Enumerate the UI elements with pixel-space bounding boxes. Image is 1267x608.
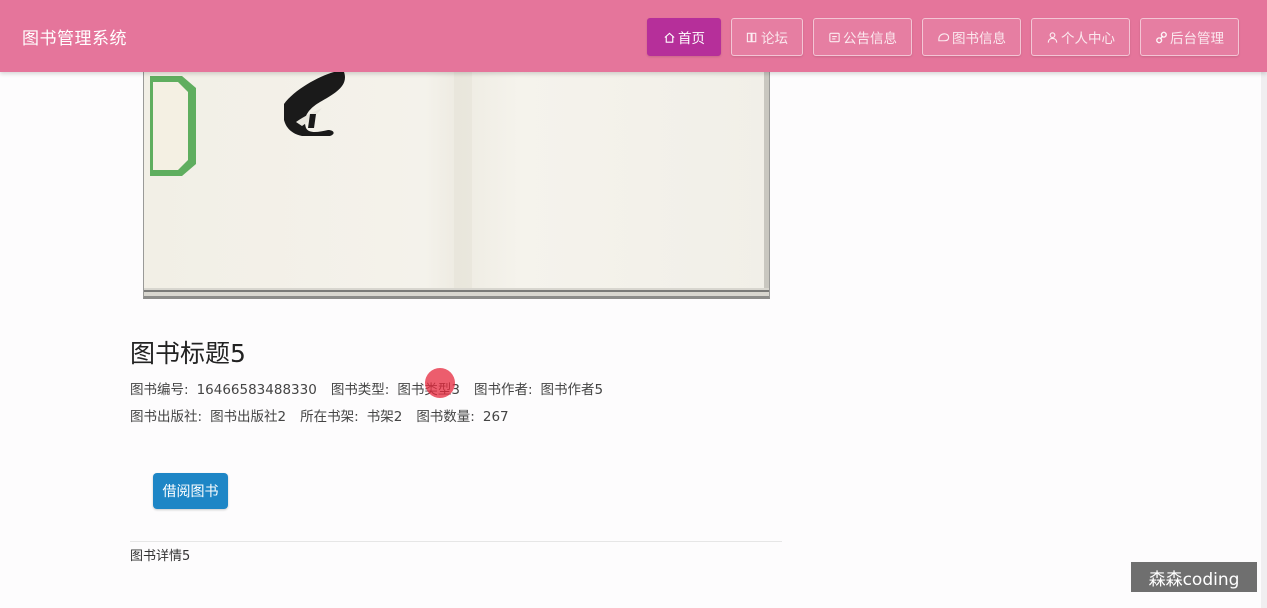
book-detail-text: 图书详情5 — [130, 549, 191, 564]
book-shelf-label: 所在书架: — [300, 409, 359, 425]
nav-home-button[interactable]: 首页 — [647, 18, 721, 56]
nav-admin-button[interactable]: 后台管理 — [1140, 18, 1239, 56]
book-type-label: 图书类型: — [330, 382, 390, 398]
book-meta-row-2: 图书出版社: 图书出版社2 所在书架: 书架2 图书数量: 267 — [130, 405, 523, 425]
book-shelf-value: 书架2 — [366, 409, 403, 425]
book-quantity-label: 图书数量: — [416, 409, 475, 425]
nav-notice-label: 公告信息 — [843, 31, 897, 47]
book-meta-row-1: 图书编号: 16466583488330 图书类型: 图书类型3 图书作者: 图书作者5 — [130, 378, 617, 398]
book-author-label: 图书作者: — [473, 382, 533, 398]
home-icon — [664, 32, 675, 43]
nav-forum-label: 论坛 — [761, 31, 788, 47]
nav-book-info-label: 图书信息 — [952, 31, 1006, 47]
nav-menu: 首页 论坛 公告信息 图书信息 个人中心 后台管理 — [647, 18, 1239, 56]
nav-personal-center-label: 个人中心 — [1061, 31, 1115, 47]
book-publisher-label: 图书出版社: — [130, 409, 203, 425]
book-title: 图书标题5 — [130, 339, 246, 368]
nav-notice-button[interactable]: 公告信息 — [813, 18, 912, 56]
link-icon — [1156, 31, 1167, 43]
nav-admin-label: 后台管理 — [1170, 31, 1224, 47]
nav-home-label: 首页 — [678, 31, 705, 47]
book-type-value: 图书类型3 — [397, 382, 460, 398]
nav-personal-center-button[interactable]: 个人中心 — [1031, 18, 1130, 56]
book-number-label: 图书编号: — [130, 382, 189, 398]
nav-forum-button[interactable]: 论坛 — [731, 18, 803, 56]
nav-book-info-button[interactable]: 图书信息 — [922, 18, 1021, 56]
watermark-badge: 森森coding — [1131, 562, 1257, 592]
book-cover-image — [143, 72, 770, 299]
book-publisher-value: 图书出版社2 — [210, 409, 287, 425]
top-navbar: 图书管理系统 首页 论坛 公告信息 图书信息 个人中心 后台管理 — [0, 0, 1267, 72]
book-quantity-value: 267 — [482, 409, 509, 425]
page-scrollbar[interactable] — [1261, 72, 1267, 608]
user-icon — [1047, 31, 1058, 43]
notice-icon — [829, 32, 840, 42]
brand-title[interactable]: 图书管理系统 — [22, 24, 127, 49]
borrow-book-button[interactable]: 借阅图书 — [153, 473, 228, 509]
forum-icon — [746, 32, 757, 42]
book-number-value: 16466583488330 — [196, 382, 317, 398]
book-icon — [938, 32, 950, 41]
book-author-value: 图书作者5 — [540, 382, 604, 398]
page: 图书管理系统 首页 论坛 公告信息 图书信息 个人中心 后台管理 图书标题5 图… — [0, 0, 1267, 608]
section-divider — [130, 541, 782, 542]
